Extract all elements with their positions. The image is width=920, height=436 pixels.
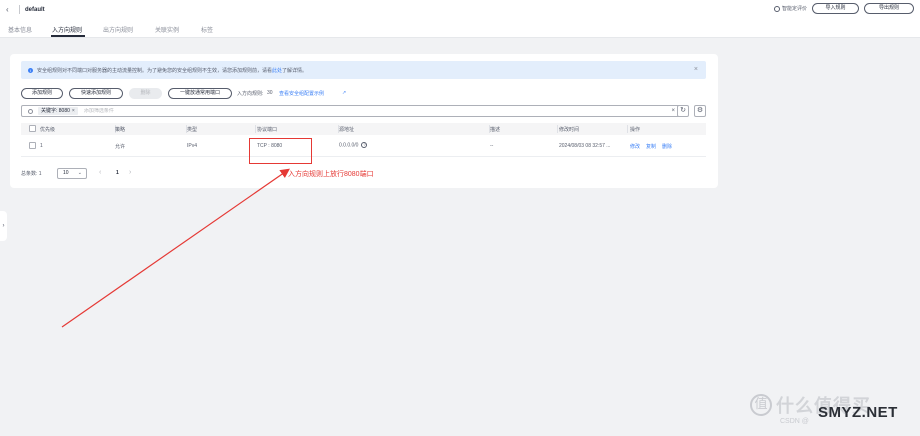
- cell-policy: 允许: [115, 144, 126, 150]
- col-protocol-port: 协议端口: [257, 127, 278, 133]
- export-rules-button[interactable]: 导出规则: [864, 3, 914, 14]
- filter-chip-label: 关键字: 8080: [41, 108, 70, 114]
- settings-gear-icon[interactable]: ⚙: [694, 105, 706, 117]
- watermark-site: SMYZ.NET: [818, 404, 898, 421]
- cell-description: --: [490, 143, 494, 149]
- tab-inbound-rules[interactable]: 入方向规则: [52, 25, 82, 34]
- edit-link[interactable]: 修改: [630, 143, 640, 150]
- col-divider: [627, 125, 628, 133]
- watermark-logo-icon: 值: [750, 394, 772, 416]
- view-example-link[interactable]: 查看安全组配置示例: [279, 90, 324, 97]
- inbound-rules-label: 入方向规则:: [237, 91, 264, 97]
- add-rule-button[interactable]: 添加规则: [21, 88, 63, 99]
- tab-tags[interactable]: 标签: [201, 25, 213, 34]
- external-link-icon[interactable]: ↗: [342, 90, 346, 96]
- page-title: default: [25, 6, 45, 13]
- chip-close-icon[interactable]: ×: [72, 107, 75, 115]
- annotation-text: 入方向规则上放行8080端口: [288, 171, 374, 178]
- feedback-label: 智能定评价: [781, 6, 807, 12]
- page-size-value: 10: [63, 170, 69, 176]
- import-rules-button[interactable]: 导入规则: [812, 3, 859, 14]
- header-actions: 智能定评价 导入规则 导出规则: [773, 3, 920, 14]
- col-divider: [557, 125, 558, 133]
- open-common-ports-button[interactable]: 一键放通常用端口: [168, 88, 232, 99]
- delete-button[interactable]: 删除: [129, 88, 162, 99]
- inbound-rules-count: 30: [267, 90, 273, 96]
- search-bar[interactable]: 关键字: 8080 × ×: [21, 105, 681, 117]
- notice-suffix: 了解详情。: [282, 67, 308, 74]
- active-tab-indicator: [51, 35, 85, 37]
- col-type: 类型: [187, 127, 198, 133]
- col-source: 源地址: [339, 127, 355, 133]
- next-page-icon[interactable]: ›: [129, 169, 131, 177]
- pagination: 总条数: 1 10 ⌄ ‹ 1 ›: [21, 168, 221, 179]
- cell-modified-time: 2024/08/03 08 32:57 ...: [559, 143, 611, 149]
- col-policy: 策略: [115, 127, 126, 133]
- back-arrow-icon[interactable]: ‹: [6, 5, 14, 14]
- cell-type: IPv4: [187, 143, 198, 149]
- search-icon: [28, 108, 33, 114]
- chevron-down-icon: ⌄: [77, 170, 82, 176]
- tab-outbound-rules[interactable]: 出方向规则: [103, 25, 133, 34]
- table-header: 优先级 策略 类型 协议端口 源地址 描述 修改时间 操作: [21, 123, 706, 135]
- help-icon[interactable]: ?: [361, 142, 368, 148]
- cell-priority: 1: [40, 143, 43, 149]
- close-icon[interactable]: ×: [694, 66, 698, 73]
- col-operations: 操作: [630, 127, 641, 133]
- sidebar-toggle[interactable]: ›: [0, 211, 7, 241]
- tab-bar: 基本信息 入方向规则 出方向规则 关联实例 标签: [0, 19, 920, 38]
- total-count: 总条数: 1: [21, 171, 42, 177]
- copy-link[interactable]: 复制: [646, 143, 656, 150]
- notice-text: 安全组规则对不同端口对服务器的主动流量控制。为了避免您的安全组规则不生效，请您添…: [37, 67, 273, 74]
- rules-card: i 安全组规则对不同端口对服务器的主动流量控制。为了避免您的安全组规则不生效，请…: [10, 54, 718, 188]
- watermark-csdn: CSDN @: [780, 418, 809, 425]
- info-icon: i: [28, 67, 33, 73]
- col-modified-time: 修改时间: [559, 127, 580, 133]
- delete-link[interactable]: 删除: [662, 143, 672, 150]
- page-size-select[interactable]: 10 ⌄: [57, 168, 87, 179]
- row-checkbox[interactable]: [29, 142, 36, 149]
- divider: [19, 5, 20, 14]
- notice-link[interactable]: 此处: [272, 67, 282, 74]
- feedback-link[interactable]: 智能定评价: [773, 5, 807, 12]
- search-input[interactable]: [83, 108, 284, 114]
- current-page[interactable]: 1: [116, 170, 119, 176]
- clear-icon[interactable]: ×: [671, 108, 675, 114]
- select-all-checkbox[interactable]: [29, 125, 36, 132]
- col-divider: [255, 125, 256, 133]
- cell-source: 0.0.0.0/0?: [339, 142, 368, 149]
- prev-page-icon[interactable]: ‹: [99, 169, 101, 177]
- refresh-icon[interactable]: ↻: [677, 105, 689, 117]
- col-priority: 优先级: [40, 127, 56, 133]
- info-notice: i 安全组规则对不同端口对服务器的主动流量控制。为了避免您的安全组规则不生效，请…: [21, 61, 706, 79]
- filter-chip[interactable]: 关键字: 8080 ×: [38, 107, 78, 115]
- toolbar: 添加规则 快速添加规则 删除 一键放通常用端口 入方向规则: 30 查看安全组配…: [21, 88, 421, 99]
- top-bar: ‹ default 智能定评价 导入规则 导出规则: [0, 0, 920, 19]
- table-row: 1 允许 IPv4 TCP : 8080 0.0.0.0/0? -- 2024/…: [21, 135, 706, 157]
- source-value: 0.0.0.0/0: [339, 142, 359, 149]
- col-description: 描述: [490, 127, 501, 133]
- tab-associated-instances[interactable]: 关联实例: [155, 25, 179, 34]
- quick-add-rule-button[interactable]: 快速添加规则: [69, 88, 123, 99]
- highlight-box: [249, 138, 312, 164]
- smile-icon: [773, 5, 780, 12]
- tab-basic-info[interactable]: 基本信息: [8, 25, 32, 34]
